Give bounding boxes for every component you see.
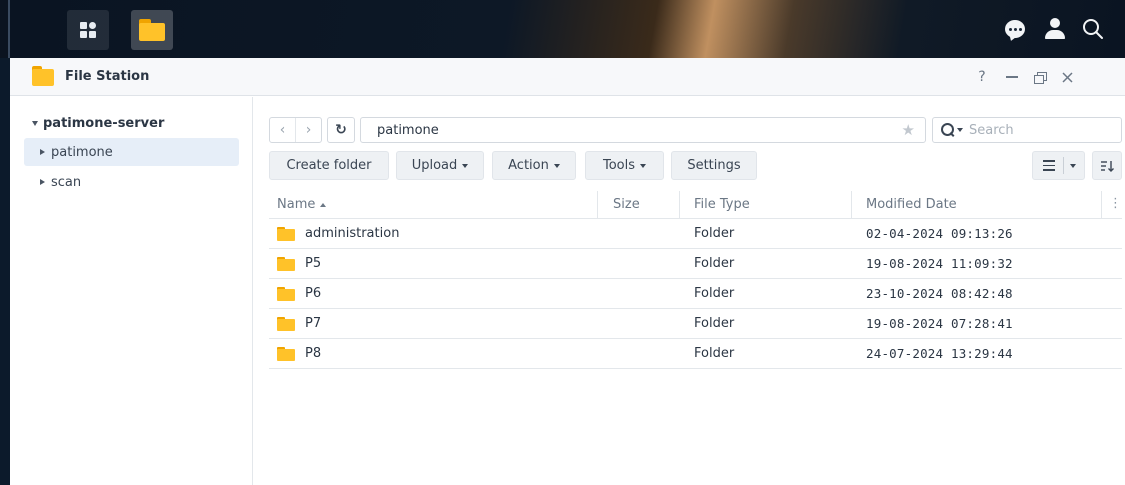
file-modified: 19-08-2024 11:09:32: [866, 256, 1013, 271]
restore-icon: [1034, 71, 1047, 84]
window-header: File Station ?: [10, 58, 1125, 96]
chevron-right-icon: ›: [305, 122, 312, 138]
notification-chat-icon: [1005, 20, 1025, 38]
file-modified: 19-08-2024 07:28:41: [866, 316, 1013, 331]
table-header: Name Size File Type Modified Date ⋮: [269, 191, 1122, 219]
caret-down-icon: [462, 163, 469, 168]
file-modified: 24-07-2024 13:29:44: [866, 346, 1013, 361]
path-bar[interactable]: patimone ★: [360, 117, 926, 143]
folder-icon: [277, 346, 295, 361]
table-row[interactable]: P7 Folder 19-08-2024 07:28:41: [269, 309, 1122, 339]
file-name: P5: [305, 256, 322, 271]
view-mode-button[interactable]: [1032, 151, 1085, 180]
file-browser-main: ‹ › ↻ patimone ★ Create folder Upload Ac…: [254, 97, 1125, 485]
search-icon[interactable]: [941, 123, 955, 137]
taskbar: [0, 0, 1125, 58]
tools-button[interactable]: Tools: [585, 151, 664, 180]
chevron-left-icon: ‹: [279, 122, 286, 138]
caret-down-icon: [32, 121, 38, 126]
sort-button[interactable]: [1092, 151, 1122, 180]
file-name: P8: [305, 346, 322, 361]
tree-item-scan[interactable]: scan: [24, 168, 239, 196]
file-name: administration: [305, 226, 400, 241]
user-menu-button[interactable]: [1040, 14, 1070, 44]
file-type: Folder: [694, 256, 735, 271]
search-box: [932, 117, 1122, 143]
file-type: Folder: [694, 226, 735, 241]
main-menu-icon: [80, 22, 96, 38]
caret-down-icon: [553, 163, 560, 168]
caret-right-icon: [40, 179, 45, 185]
tree-root-label: patimone-server: [43, 116, 165, 131]
table-row[interactable]: administration Folder 02-04-2024 09:13:2…: [269, 219, 1122, 249]
file-station-window: File Station ? patimone-server patimone …: [10, 58, 1125, 485]
column-header-modified[interactable]: Modified Date: [866, 197, 957, 212]
caret-down-icon: [1070, 163, 1076, 168]
search-options-caret-icon[interactable]: [957, 128, 963, 132]
column-header-size[interactable]: Size: [613, 197, 640, 212]
create-folder-label: Create folder: [286, 158, 372, 173]
action-button[interactable]: Action: [492, 151, 576, 180]
notification-button[interactable]: [1000, 14, 1030, 44]
upload-label: Upload: [411, 158, 458, 173]
file-type: Folder: [694, 346, 735, 361]
file-type: Folder: [694, 316, 735, 331]
column-header-type[interactable]: File Type: [694, 197, 750, 212]
tree-root-server[interactable]: patimone-server: [32, 116, 164, 131]
forward-button[interactable]: ›: [295, 118, 321, 142]
tree-item-label: scan: [51, 174, 82, 190]
file-station-icon: [139, 19, 165, 41]
close-icon: [1061, 71, 1073, 83]
create-folder-button[interactable]: Create folder: [269, 151, 389, 180]
column-header-name[interactable]: Name: [277, 197, 327, 212]
table-row[interactable]: P6 Folder 23-10-2024 08:42:48: [269, 279, 1122, 309]
file-station-app-icon: [32, 66, 54, 86]
upload-button[interactable]: Upload: [396, 151, 484, 180]
close-button[interactable]: [1055, 66, 1079, 88]
file-name: P6: [305, 286, 322, 301]
search-input[interactable]: [969, 122, 1119, 138]
taskbar-search-button[interactable]: [1078, 14, 1108, 44]
caret-down-icon: [640, 163, 647, 168]
user-icon: [1044, 18, 1066, 40]
history-nav: ‹ ›: [269, 117, 322, 143]
folder-icon: [277, 286, 295, 301]
star-icon[interactable]: ★: [902, 121, 915, 139]
file-table: Name Size File Type Modified Date ⋮ admi…: [269, 191, 1122, 369]
sort-ascending-icon: [320, 202, 327, 207]
help-button[interactable]: ?: [970, 66, 994, 88]
refresh-icon: ↻: [335, 122, 347, 138]
folder-icon: [277, 256, 295, 271]
table-row[interactable]: P8 Folder 24-07-2024 13:29:44: [269, 339, 1122, 369]
list-view-icon: [1043, 160, 1055, 171]
caret-right-icon: [40, 149, 45, 155]
folder-tree-sidebar: patimone-server patimone scan: [10, 97, 253, 485]
file-type: Folder: [694, 286, 735, 301]
file-station-taskbar-button[interactable]: [131, 10, 173, 50]
tree-item-patimone[interactable]: patimone: [24, 138, 239, 166]
window-title: File Station: [65, 69, 150, 84]
column-options-icon[interactable]: ⋮: [1109, 196, 1122, 211]
minimize-icon: [1006, 76, 1018, 78]
refresh-button[interactable]: ↻: [327, 117, 355, 143]
sort-icon: [1101, 160, 1114, 172]
file-modified: 23-10-2024 08:42:48: [866, 286, 1013, 301]
table-row[interactable]: P5 Folder 19-08-2024 11:09:32: [269, 249, 1122, 279]
tools-label: Tools: [602, 158, 636, 173]
restore-button[interactable]: [1028, 66, 1052, 88]
path-text: patimone: [377, 123, 439, 138]
taskbar-edge: [0, 0, 10, 58]
search-icon: [1083, 19, 1103, 39]
main-menu-button[interactable]: [67, 10, 109, 50]
settings-label: Settings: [687, 158, 741, 173]
file-modified: 02-04-2024 09:13:26: [866, 226, 1013, 241]
tree-item-label: patimone: [51, 144, 113, 160]
folder-icon: [277, 316, 295, 331]
back-button[interactable]: ‹: [270, 118, 295, 142]
minimize-button[interactable]: [1000, 66, 1024, 88]
folder-icon: [277, 226, 295, 241]
settings-button[interactable]: Settings: [671, 151, 757, 180]
file-name: P7: [305, 316, 322, 331]
action-label: Action: [508, 158, 549, 173]
